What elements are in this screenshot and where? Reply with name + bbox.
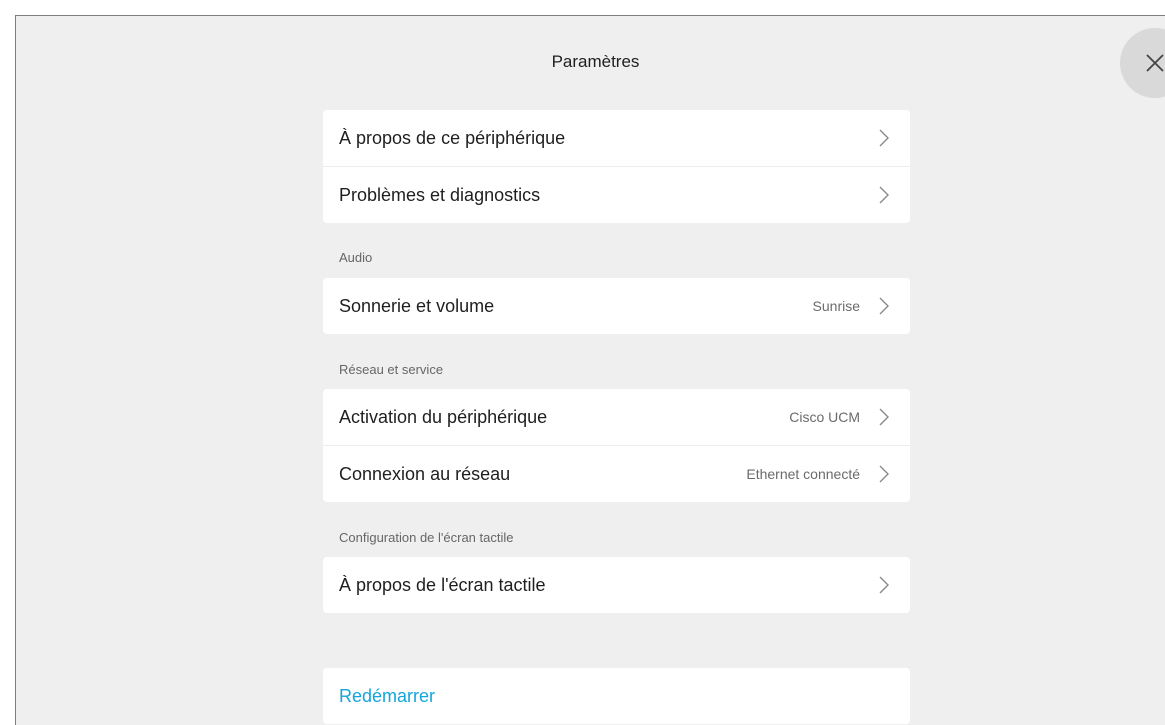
- chevron-right-icon: [874, 575, 894, 595]
- chevron-right-icon: [874, 464, 894, 484]
- chevron-right-icon: [874, 185, 894, 205]
- audio-card: Sonnerie et volume Sunrise: [323, 278, 910, 334]
- settings-item-network-connection[interactable]: Connexion au réseau Ethernet connecté: [323, 445, 910, 502]
- page-title: Paramètres: [551, 52, 640, 71]
- section-label-audio: Audio: [339, 250, 373, 265]
- close-button[interactable]: [1120, 28, 1165, 98]
- settings-item-label: Activation du périphérique: [339, 406, 548, 427]
- settings-item-about-device[interactable]: À propos de ce périphérique: [323, 110, 910, 166]
- chevron-right-icon: [874, 407, 894, 427]
- restart-button[interactable]: Redémarrer: [323, 668, 910, 724]
- settings-item-value: Ethernet connecté: [746, 466, 860, 482]
- settings-item-label: Sonnerie et volume: [339, 295, 495, 316]
- settings-item-diagnostics[interactable]: Problèmes et diagnostics: [323, 166, 910, 223]
- section-label-network: Réseau et service: [339, 362, 444, 377]
- settings-item-value: Sunrise: [812, 298, 860, 314]
- settings-item-ringtone-volume[interactable]: Sonnerie et volume Sunrise: [323, 278, 910, 334]
- restart-card: Redémarrer: [323, 668, 910, 724]
- chevron-right-icon: [874, 296, 894, 316]
- touch-panel-card: À propos de l'écran tactile: [323, 557, 910, 613]
- settings-item-label: À propos de ce périphérique: [339, 127, 566, 148]
- close-icon: [1146, 54, 1164, 72]
- settings-item-value: Cisco UCM: [789, 409, 860, 425]
- settings-item-device-activation[interactable]: Activation du périphérique Cisco UCM: [323, 389, 910, 445]
- settings-item-label: Connexion au réseau: [339, 463, 511, 484]
- settings-item-label: Problèmes et diagnostics: [339, 184, 541, 205]
- settings-item-about-touch-panel[interactable]: À propos de l'écran tactile: [323, 557, 910, 613]
- settings-item-label: À propos de l'écran tactile: [339, 574, 546, 595]
- restart-label: Redémarrer: [339, 685, 436, 706]
- settings-panel: Paramètres À propos de ce périphérique P…: [15, 15, 1165, 725]
- section-label-touch-panel: Configuration de l'écran tactile: [339, 530, 514, 545]
- chevron-right-icon: [874, 128, 894, 148]
- general-card: À propos de ce périphérique Problèmes et…: [323, 110, 910, 223]
- network-card: Activation du périphérique Cisco UCM Con…: [323, 389, 910, 502]
